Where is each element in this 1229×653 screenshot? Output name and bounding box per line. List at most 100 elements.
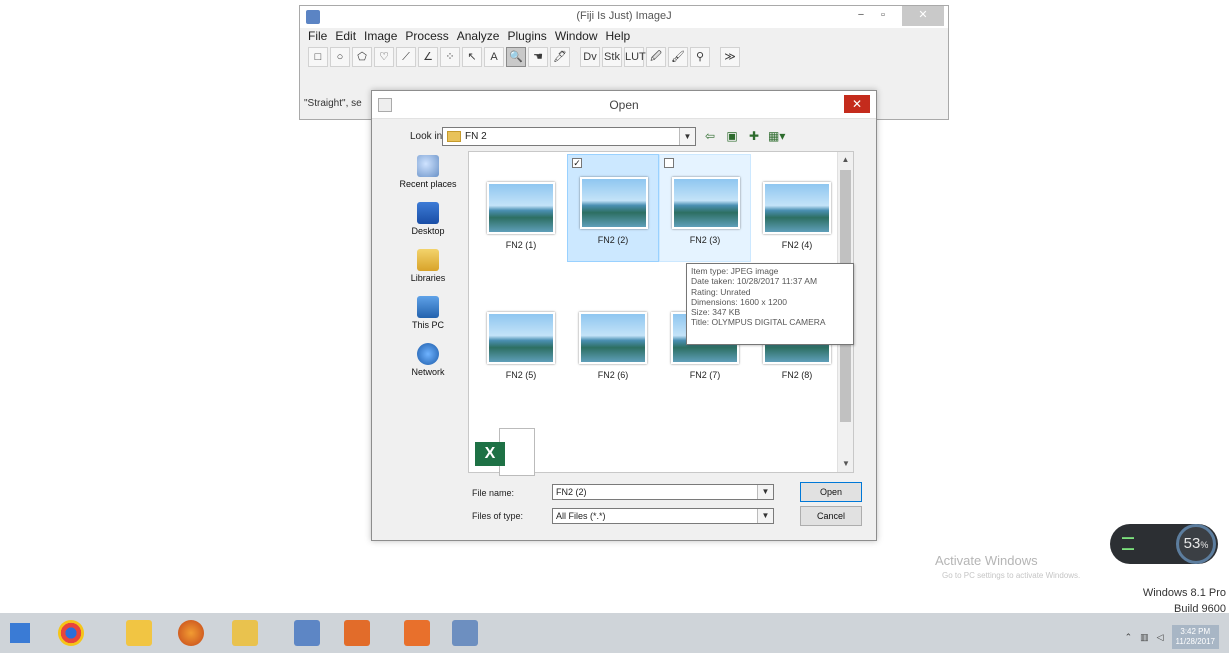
desktop-icon bbox=[417, 202, 439, 224]
imagej-menubar: File Edit Image Process Analyze Plugins … bbox=[300, 28, 948, 45]
file-label: FN2 (3) bbox=[689, 235, 721, 245]
text-tool-icon[interactable]: A bbox=[484, 47, 504, 67]
line-tool-icon[interactable]: ⟋ bbox=[396, 47, 416, 67]
chevron-down-icon[interactable]: ▼ bbox=[757, 485, 773, 499]
menu-file[interactable]: File bbox=[308, 29, 327, 44]
imagej-taskbar-icon[interactable] bbox=[294, 620, 320, 646]
system-tray: ⌃ ▥ ◁ 3:42 PM 11/28/2017 bbox=[1125, 625, 1219, 649]
look-in-label: Look in: bbox=[410, 131, 446, 142]
file-item[interactable]: FN2 (4) bbox=[751, 160, 843, 268]
file-label: FN2 (1) bbox=[505, 240, 537, 250]
tooltip-line: Size: 347 KB bbox=[691, 307, 741, 318]
network-tray-icon[interactable]: ▥ bbox=[1140, 632, 1149, 643]
freehand-tool-icon[interactable]: ♡ bbox=[374, 47, 394, 67]
point-tool-icon[interactable]: ⁘ bbox=[440, 47, 460, 67]
developer-menu-icon[interactable]: Dv bbox=[580, 47, 600, 67]
app-icon[interactable] bbox=[404, 620, 430, 646]
brush-tool-icon[interactable]: 🖌 bbox=[668, 47, 688, 67]
image-thumbnail bbox=[672, 177, 740, 229]
chevron-down-icon[interactable]: ▼ bbox=[757, 509, 773, 523]
wand-tool-icon[interactable]: ↖ bbox=[462, 47, 482, 67]
imagej-status: "Straight", se bbox=[304, 98, 362, 109]
image-thumbnail bbox=[487, 182, 555, 234]
flood-fill-tool-icon[interactable]: ⚲ bbox=[690, 47, 710, 67]
file-label: FN2 (2) bbox=[597, 235, 629, 245]
color-picker-tool-icon[interactable]: 🖊 bbox=[550, 47, 570, 67]
menu-image[interactable]: Image bbox=[364, 29, 397, 44]
file-explorer-icon[interactable] bbox=[126, 620, 152, 646]
file-label: FN2 (4) bbox=[781, 240, 813, 250]
image-thumbnail bbox=[763, 182, 831, 234]
chrome-icon[interactable] bbox=[58, 620, 84, 646]
activate-windows-subtitle: Go to PC settings to activate Windows. bbox=[942, 571, 1081, 580]
menu-help[interactable]: Help bbox=[606, 29, 631, 44]
file-name-label: File name: bbox=[472, 488, 515, 498]
polygon-tool-icon[interactable]: ⬠ bbox=[352, 47, 372, 67]
scroll-down-icon[interactable]: ▼ bbox=[838, 456, 854, 472]
cancel-button[interactable]: Cancel bbox=[800, 506, 862, 526]
file-name-value: FN2 (2) bbox=[556, 487, 587, 497]
oval-tool-icon[interactable]: ○ bbox=[330, 47, 350, 67]
folder-icon[interactable] bbox=[232, 620, 258, 646]
document-app-icon[interactable] bbox=[452, 620, 478, 646]
item-checkbox[interactable] bbox=[664, 158, 674, 168]
back-icon[interactable]: ⇦ bbox=[702, 128, 718, 144]
item-checkbox[interactable]: ✓ bbox=[572, 158, 582, 168]
place-this-pc[interactable]: This PC bbox=[388, 296, 468, 340]
place-recent[interactable]: Recent places bbox=[388, 155, 468, 199]
dialog-titlebar[interactable]: Open ✕ bbox=[372, 91, 876, 119]
app-icon[interactable] bbox=[344, 620, 370, 646]
pencil-tool-icon[interactable]: 🖉 bbox=[646, 47, 666, 67]
angle-tool-icon[interactable]: ∠ bbox=[418, 47, 438, 67]
scroll-up-icon[interactable]: ▲ bbox=[838, 152, 853, 168]
file-item[interactable]: FN2 (6) bbox=[567, 290, 659, 398]
lut-menu-icon[interactable]: LUT bbox=[624, 47, 646, 67]
up-folder-icon[interactable]: ▣ bbox=[724, 128, 740, 144]
open-button[interactable]: Open bbox=[800, 482, 862, 502]
tray-chevron-icon[interactable]: ⌃ bbox=[1125, 632, 1133, 643]
file-type-label: Files of type: bbox=[472, 511, 524, 521]
scroll-tool-icon[interactable]: ☚ bbox=[528, 47, 548, 67]
volume-tray-icon[interactable]: ◁ bbox=[1157, 632, 1164, 643]
file-item-selected[interactable]: ✓ FN2 (2) bbox=[567, 154, 659, 262]
close-button[interactable]: ✕ bbox=[902, 6, 944, 26]
meter-gauge: 53% bbox=[1176, 524, 1216, 564]
recent-places-icon bbox=[417, 155, 439, 177]
file-item[interactable]: FN2 (1) bbox=[475, 160, 567, 268]
minimize-button[interactable]: − bbox=[854, 6, 868, 26]
dialog-close-button[interactable]: ✕ bbox=[844, 95, 870, 113]
network-icon bbox=[417, 343, 439, 365]
more-tools-icon[interactable]: ≫ bbox=[720, 47, 740, 67]
clock[interactable]: 3:42 PM 11/28/2017 bbox=[1171, 625, 1219, 649]
open-dialog: Open ✕ Look in: FN 2 ▼ ⇦ ▣ ✚ ▦▾ Recent p… bbox=[371, 90, 877, 541]
stack-tools-icon[interactable]: Stk bbox=[602, 47, 622, 67]
magnifier-tool-icon[interactable]: 🔍 bbox=[506, 47, 526, 67]
look-in-dropdown[interactable]: FN 2 ▼ bbox=[442, 127, 696, 146]
file-item-hovered[interactable]: FN2 (3) bbox=[659, 154, 751, 262]
maximize-button[interactable]: ▫ bbox=[876, 6, 890, 26]
excel-file-icon[interactable]: X bbox=[475, 428, 535, 480]
place-desktop[interactable]: Desktop bbox=[388, 202, 468, 246]
file-name-field[interactable]: FN2 (2) ▼ bbox=[552, 484, 774, 500]
file-item[interactable]: FN2 (5) bbox=[475, 290, 567, 398]
firefox-icon[interactable] bbox=[178, 620, 204, 646]
place-label: This PC bbox=[411, 320, 444, 330]
new-folder-icon[interactable]: ✚ bbox=[746, 128, 762, 144]
menu-analyze[interactable]: Analyze bbox=[457, 29, 500, 44]
chevron-down-icon[interactable]: ▼ bbox=[679, 128, 695, 145]
place-libraries[interactable]: Libraries bbox=[388, 249, 468, 293]
menu-window[interactable]: Window bbox=[555, 29, 598, 44]
rectangle-tool-icon[interactable]: □ bbox=[308, 47, 328, 67]
view-menu-icon[interactable]: ▦▾ bbox=[768, 128, 785, 144]
start-button-icon[interactable] bbox=[10, 623, 30, 643]
image-thumbnail bbox=[579, 312, 647, 364]
place-network[interactable]: Network bbox=[388, 343, 468, 387]
imagej-title: (Fiji Is Just) ImageJ bbox=[576, 10, 672, 22]
system-meter-widget[interactable]: ▬▬ ▬▬ 53% bbox=[1110, 524, 1218, 564]
file-type-select[interactable]: All Files (*.*) ▼ bbox=[552, 508, 774, 524]
menu-plugins[interactable]: Plugins bbox=[507, 29, 546, 44]
place-label: Libraries bbox=[410, 273, 446, 283]
imagej-titlebar[interactable]: (Fiji Is Just) ImageJ − ▫ ✕ bbox=[300, 6, 948, 28]
menu-process[interactable]: Process bbox=[405, 29, 448, 44]
menu-edit[interactable]: Edit bbox=[335, 29, 356, 44]
